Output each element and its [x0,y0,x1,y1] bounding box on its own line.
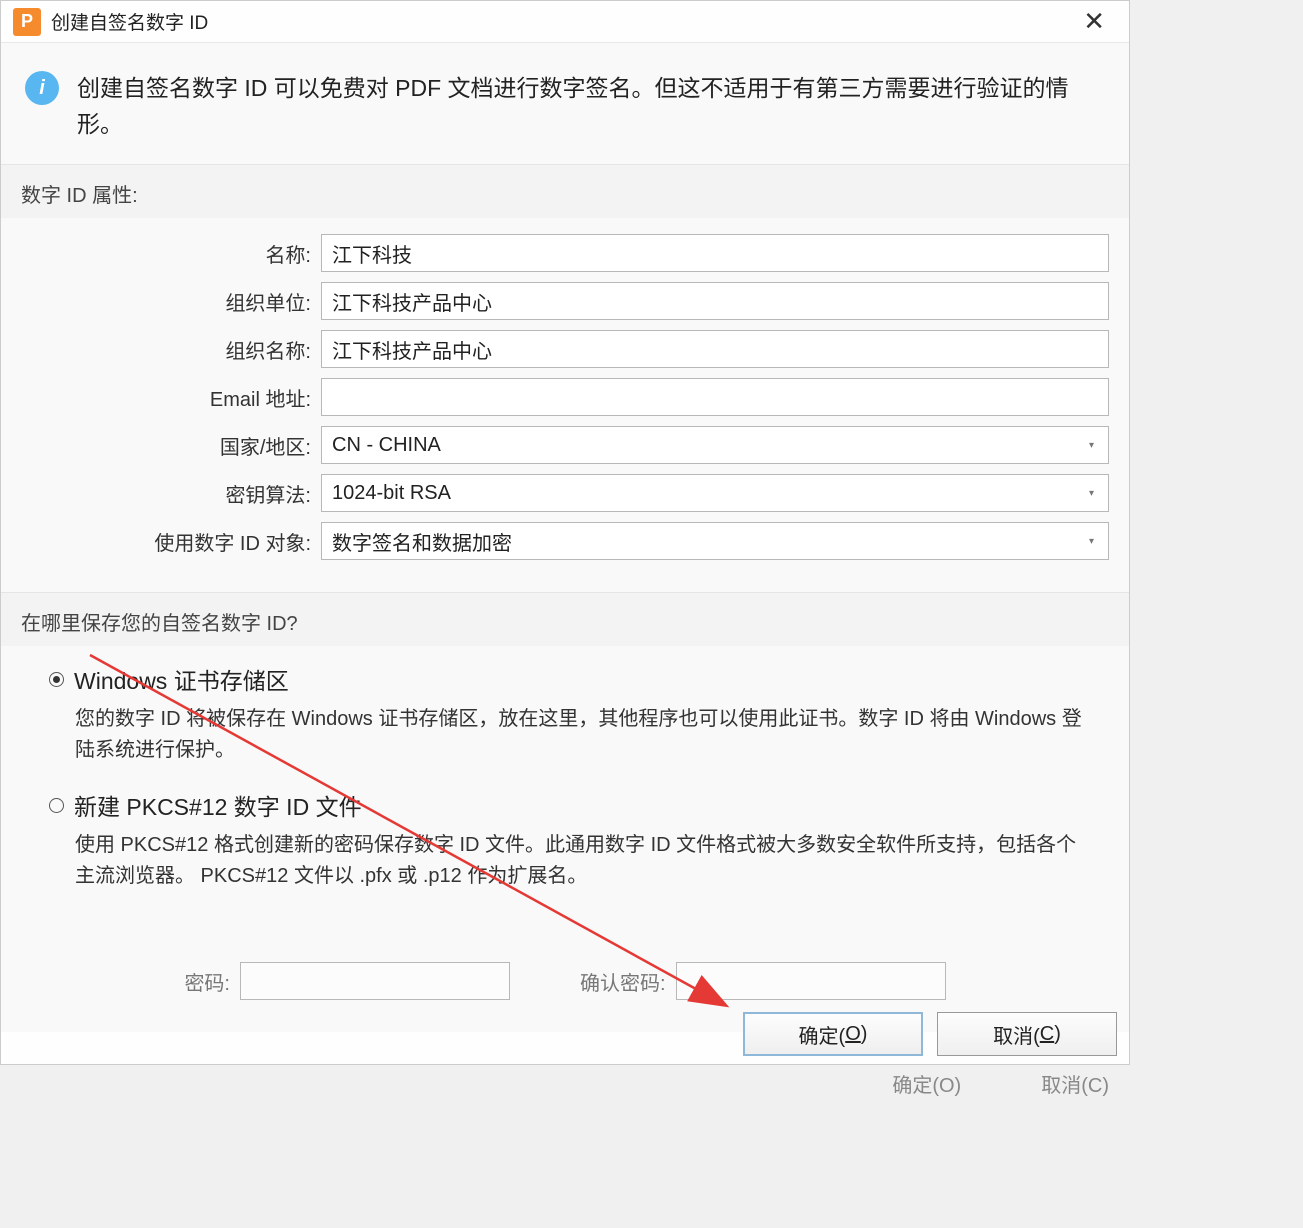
email-label: Email 地址: [21,383,311,412]
app-icon-letter: P [21,11,33,32]
radio-desc-windows-store: 您的数字 ID 将被保存在 Windows 证书存储区，放在这里，其他程序也可以… [75,704,1089,766]
name-label: 名称: [21,239,311,268]
country-select[interactable]: CN - CHINA ▾ [321,426,1109,464]
password-area: 密码: 确认密码: [21,914,1109,1010]
background-ok: 确定(O) [892,1069,961,1098]
ok-button[interactable]: 确定(O) [743,1012,923,1056]
algo-select[interactable]: 1024-bit RSA ▾ [321,474,1109,512]
radio-input-windows-store[interactable] [49,672,64,687]
org-name-label: 组织名称: [21,335,311,364]
radio-input-pkcs12[interactable] [49,798,64,813]
name-input[interactable] [321,234,1109,272]
chevron-down-icon: ▾ [1089,488,1098,499]
radio-option-windows-store[interactable]: Windows 证书存储区 您的数字 ID 将被保存在 Windows 证书存储… [21,662,1109,766]
usage-label: 使用数字 ID 对象: [21,527,311,556]
info-icon: i [25,71,59,105]
country-value: CN - CHINA [332,434,441,457]
radio-option-pkcs12[interactable]: 新建 PKCS#12 数字 ID 文件 使用 PKCS#12 格式创建新的密码保… [21,788,1109,892]
store-header: 在哪里保存您的自签名数字 ID? [1,592,1129,646]
algo-value: 1024-bit RSA [332,482,451,505]
background-footer: 确定(O) 取消(C) [892,1069,1109,1098]
org-unit-label: 组织单位: [21,287,311,316]
country-label: 国家/地区: [21,431,311,460]
confirm-password-input [676,962,946,1000]
usage-value: 数字签名和数据加密 [332,527,512,556]
org-name-input[interactable] [321,330,1109,368]
attrs-body: 名称: 组织单位: 组织名称: Email 地址: 国家/地区: CN - CH… [1,218,1129,592]
background-cancel: 取消(C) [1041,1069,1109,1098]
dialog-body: i 创建自签名数字 ID 可以免费对 PDF 文档进行数字签名。但这不适用于有第… [1,43,1129,1064]
confirm-password-label: 确认密码: [580,967,666,996]
attrs-header: 数字 ID 属性: [1,164,1129,218]
radio-title-pkcs12: 新建 PKCS#12 数字 ID 文件 [74,788,362,822]
cancel-button[interactable]: 取消(C) [937,1012,1117,1056]
radio-desc-pkcs12: 使用 PKCS#12 格式创建新的密码保存数字 ID 文件。此通用数字 ID 文… [75,830,1089,892]
chevron-down-icon: ▾ [1089,536,1098,547]
info-panel: i 创建自签名数字 ID 可以免费对 PDF 文档进行数字签名。但这不适用于有第… [1,43,1129,164]
chevron-down-icon: ▾ [1089,440,1098,451]
info-text: 创建自签名数字 ID 可以免费对 PDF 文档进行数字签名。但这不适用于有第三方… [77,71,1105,142]
radio-title-windows-store: Windows 证书存储区 [74,662,289,696]
dialog-footer: 确定(O) 取消(C) [743,1012,1117,1056]
password-label: 密码: [184,967,230,996]
app-icon: P [13,8,41,36]
dialog-title: 创建自签名数字 ID [51,8,1071,35]
algo-label: 密钥算法: [21,479,311,508]
email-input[interactable] [321,378,1109,416]
titlebar: P 创建自签名数字 ID ✕ [1,1,1129,43]
store-body: Windows 证书存储区 您的数字 ID 将被保存在 Windows 证书存储… [1,646,1129,1032]
org-unit-input[interactable] [321,282,1109,320]
password-input [240,962,510,1000]
dialog-window: P 创建自签名数字 ID ✕ i 创建自签名数字 ID 可以免费对 PDF 文档… [0,0,1130,1065]
usage-select[interactable]: 数字签名和数据加密 ▾ [321,522,1109,560]
close-icon[interactable]: ✕ [1071,6,1117,37]
